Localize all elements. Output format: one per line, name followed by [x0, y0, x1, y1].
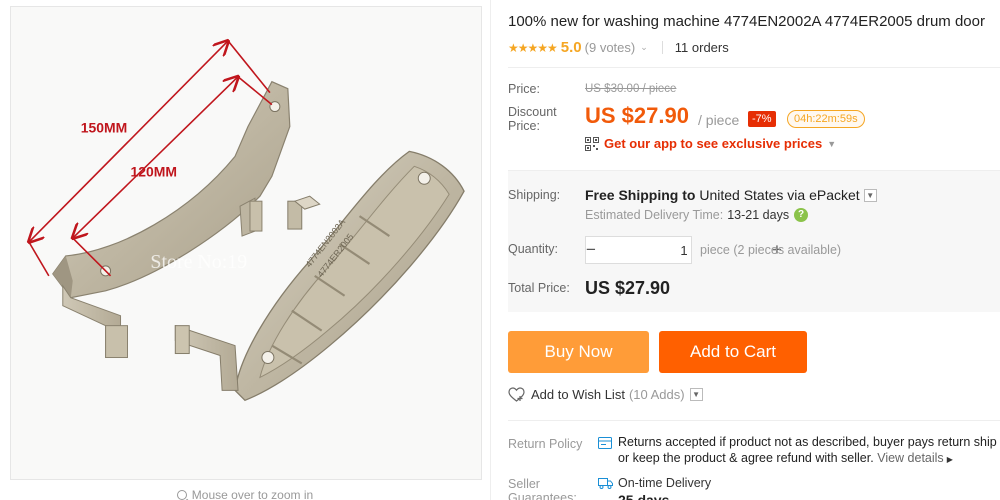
product-image-panel: 4774EN2002A 4774ER2005 Store No:19 150MM…	[0, 0, 490, 500]
app-promo-text: Get our app to see exclusive prices	[604, 136, 823, 151]
discount-percent-badge: -7%	[748, 111, 776, 127]
product-title: 100% new for washing machine 4774EN2002A…	[508, 13, 985, 30]
divider	[508, 420, 1000, 421]
quantity-stepper: − +	[585, 236, 782, 264]
washing-machine-door-hinge-photo: 4774EN2002A 4774ER2005 Store No:19 150MM…	[11, 7, 481, 479]
countdown-timer: 04h:22m:59s	[787, 110, 865, 128]
quantity-availability: piece (2 pieces available)	[700, 243, 842, 257]
return-policy-text-2: or keep the product & agree refund with …	[618, 451, 953, 465]
on-time-delivery-label: On-time Delivery	[618, 476, 712, 490]
rating-divider	[661, 41, 663, 54]
free-shipping-text: Free Shipping to	[585, 187, 696, 203]
product-info-panel: 100% new for washing machine 4774EN2002A…	[508, 0, 1000, 500]
divider	[508, 67, 1000, 68]
column-divider	[490, 0, 491, 500]
shipping-dropdown-icon[interactable]: ▼	[863, 188, 877, 202]
per-piece-unit: / piece	[698, 112, 740, 128]
seller-guarantees-label: Seller Guarantees:	[508, 477, 577, 500]
shipping-method[interactable]: Free Shipping to United States via ePack…	[585, 187, 877, 203]
refund-text: or keep the product & agree refund with …	[618, 451, 874, 465]
rating-row: ★★★★★ 5.0 (9 votes) ⌄ 11 orders	[508, 39, 729, 56]
dimension-label-120: 120MM	[130, 163, 176, 179]
discount-price-label: Discount Price:	[508, 105, 557, 133]
wish-list-count: (10 Adds)	[628, 387, 685, 402]
discount-price: US $27.90	[585, 103, 689, 128]
delivery-label: Estimated Delivery Time:	[585, 208, 724, 222]
magnifier-icon	[176, 490, 187, 500]
return-policy-icon	[598, 437, 612, 449]
zoom-hint: Mouse over to zoom in	[0, 488, 490, 500]
delivery-truck-icon	[598, 478, 613, 489]
rating-stars-icon: ★★★★★	[508, 40, 558, 55]
orders-count: 11 orders	[674, 40, 729, 55]
help-icon[interactable]: ?	[794, 208, 809, 222]
quantity-decrease-button[interactable]: −	[586, 237, 596, 263]
buy-now-button[interactable]: Buy Now	[508, 331, 649, 373]
total-price-value: US $27.90	[585, 278, 671, 298]
caret-down-icon: ▼	[827, 138, 837, 149]
wish-list-label: Add to Wish List	[531, 387, 625, 402]
total-price-label: Total Price:	[508, 281, 570, 295]
qr-code-icon	[585, 136, 599, 151]
rating-value: 5.0	[560, 39, 582, 56]
return-policy-label: Return Policy	[508, 437, 583, 451]
original-price: US $30.00 / piece	[585, 83, 677, 95]
dimension-label-150: 150MM	[81, 119, 127, 135]
delivery-days: 13-21 days	[727, 208, 790, 222]
add-to-wish-list[interactable]: Add to Wish List (10 Adds) ▼	[508, 387, 703, 402]
add-to-cart-button[interactable]: Add to Cart	[659, 331, 807, 373]
votes-count[interactable]: (9 votes)	[585, 40, 636, 55]
store-watermark: Store No:19	[150, 251, 247, 273]
wish-dropdown-icon[interactable]: ▼	[689, 388, 703, 401]
caret-right-icon: ▶	[946, 455, 953, 464]
price-label: Price:	[508, 82, 540, 96]
on-time-delivery-days: 25 days	[618, 492, 670, 500]
quantity-label: Quantity:	[508, 242, 559, 256]
zoom-hint-text: Mouse over to zoom in	[191, 488, 314, 500]
estimated-delivery: Estimated Delivery Time: 13-21 days ?	[585, 208, 809, 222]
return-policy-text: Returns accepted if product not as descr…	[618, 435, 997, 449]
shipping-destination: United States via ePacket	[699, 187, 860, 203]
app-promo-link[interactable]: Get our app to see exclusive prices ▼	[585, 136, 836, 151]
chevron-down-icon[interactable]: ⌄	[640, 42, 648, 53]
heart-icon	[508, 387, 525, 402]
view-details-link[interactable]: View details	[877, 451, 943, 465]
shipping-label: Shipping:	[508, 188, 561, 202]
product-image[interactable]: 4774EN2002A 4774ER2005 Store No:19 150MM…	[10, 6, 482, 480]
